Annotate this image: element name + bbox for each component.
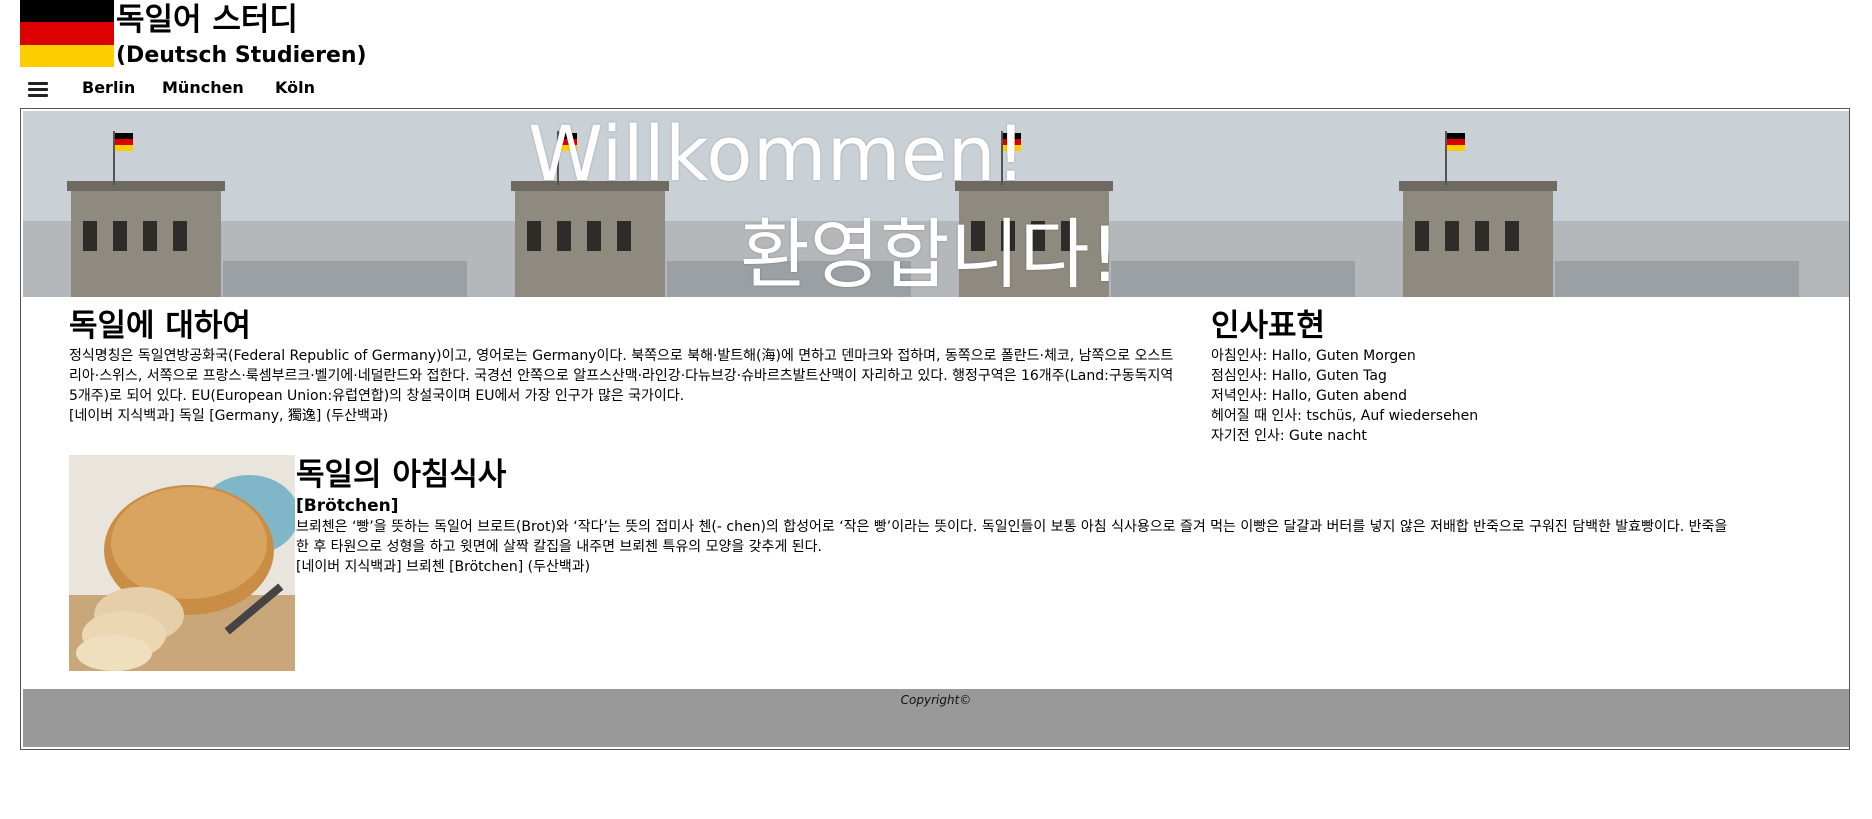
german-flag-logo — [20, 0, 114, 68]
breakfast-text: 브뢰첸은 ‘빵’을 뜻하는 독일어 브로트(Brot)와 ‘작다’는 뜻의 접미… — [296, 519, 1728, 555]
hero-banner: Willkommen! 환영합니다! — [23, 111, 1849, 297]
greeting-item: 점심인사: Hallo, Guten Tag — [1211, 368, 1387, 384]
site-footer: Copyright© — [23, 689, 1849, 747]
greeting-item: 자기전 인사: Gute nacht — [1211, 428, 1367, 444]
greeting-item: 헤어질 때 인사: tschüs, Auf wiedersehen — [1211, 408, 1479, 424]
nav-link-munchen[interactable]: München — [162, 78, 244, 97]
greeting-item: 아침인사: Hallo, Guten Morgen — [1211, 348, 1416, 364]
welcome-text: Willkommen! — [528, 111, 1027, 198]
breakfast-heading: 독일의 아침식사 — [296, 457, 507, 493]
nav-link-koln[interactable]: Köln — [275, 78, 315, 97]
greetings-section: 인사표현 아침인사: Hallo, Guten Morgen 점심인사: Hal… — [1211, 306, 1611, 446]
greeting-item: 저녁인사: Hallo, Guten abend — [1211, 388, 1408, 404]
copyright-text: Copyright© — [900, 693, 972, 707]
breakfast-source: [네이버 지식백과] 브뢰첸 [Brötchen] (두산백과) — [296, 559, 591, 575]
about-heading: 독일에 대하여 — [69, 308, 251, 344]
breakfast-subheading: [Brötchen] — [296, 496, 399, 516]
hamburger-menu-icon[interactable] — [28, 81, 48, 97]
bread-image — [69, 455, 295, 671]
main-content-frame: Willkommen! 환영합니다! 독일에 대하여 정식명칭은 독일연방공화국… — [20, 108, 1850, 750]
banner-tile-reichstag — [1799, 111, 1849, 297]
nav-link-berlin[interactable]: Berlin — [82, 78, 135, 97]
banner-tile-reichstag — [1355, 111, 1800, 297]
about-germany-section: 독일에 대하여 정식명칭은 독일연방공화국(Federal Republic o… — [69, 306, 1179, 426]
greetings-heading: 인사표현 — [1211, 308, 1326, 344]
about-text: 정식명칭은 독일연방공화국(Federal Republic of German… — [69, 348, 1174, 404]
site-title: 독일어 스터디 — [116, 2, 298, 38]
main-nav: Berlin München Köln — [28, 76, 315, 102]
breakfast-section: 독일의 아침식사 [Brötchen] 브뢰첸은 ‘빵’을 뜻하는 독일어 브로… — [296, 455, 1736, 577]
welcome-text-korean: 환영합니다! — [740, 210, 1121, 297]
about-source: [네이버 지식백과] 독일 [Germany, 獨逸] (두산백과) — [69, 408, 389, 424]
site-subtitle: (Deutsch Studieren) — [116, 43, 367, 68]
banner-tile-reichstag — [23, 111, 468, 297]
